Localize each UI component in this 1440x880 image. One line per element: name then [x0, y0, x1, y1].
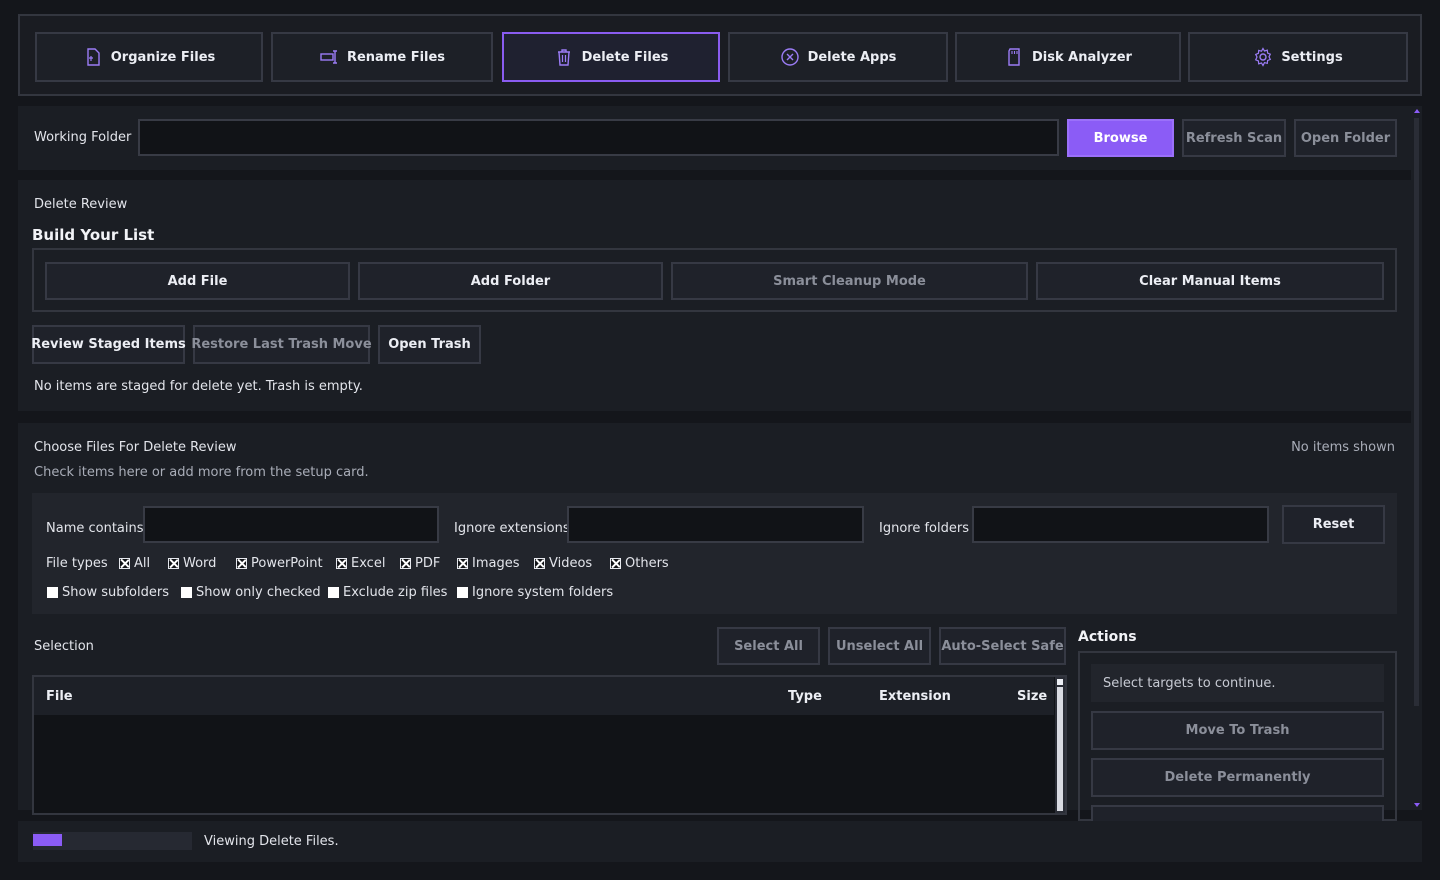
status-progress-bar [33, 832, 192, 850]
ignore-system-folders-checkbox[interactable]: Ignore system folders [457, 585, 613, 600]
working-folder-input[interactable] [138, 119, 1059, 156]
main-scrollbar[interactable] [1411, 106, 1422, 810]
status-progress-fill [33, 834, 62, 846]
items-count: No items shown [1291, 440, 1395, 455]
tab-disk-analyzer[interactable]: Disk Analyzer [955, 32, 1181, 82]
open-folder-button[interactable]: Open Folder [1294, 119, 1397, 157]
tab-delete-apps[interactable]: Delete Apps [728, 32, 948, 82]
filetype-others-checkbox[interactable]: Others [610, 556, 669, 571]
table-scrollbar[interactable] [1055, 677, 1065, 813]
reset-button[interactable]: Reset [1282, 505, 1385, 544]
working-folder-panel: Working Folder Browse Refresh Scan Open … [18, 106, 1411, 170]
choose-files-subtitle: Check items here or add more from the se… [34, 465, 369, 480]
table-header: File Type Extension Size [34, 677, 1054, 715]
column-extension[interactable]: Extension [879, 689, 951, 704]
actions-hint: Select targets to continue. [1103, 676, 1276, 691]
tab-label: Organize Files [110, 49, 216, 65]
clear-manual-items-button[interactable]: Clear Manual Items [1036, 262, 1384, 300]
circle-x-icon [780, 48, 799, 66]
selection-label: Selection [34, 639, 94, 654]
ignore-folders-label: Ignore folders [879, 521, 969, 536]
column-type[interactable]: Type [788, 689, 822, 704]
column-file[interactable]: File [46, 689, 73, 704]
unselect-all-button[interactable]: Unselect All [828, 627, 931, 665]
filters-panel: Name contains Ignore extensions Ignore f… [32, 493, 1397, 614]
actions-panel: Select targets to continue. Move To Tras… [1078, 651, 1397, 844]
filetype-pdf-checkbox[interactable]: PDF [400, 556, 440, 571]
tab-settings[interactable]: Settings [1188, 32, 1408, 82]
folder-file-icon [87, 48, 100, 66]
restore-last-trash-button[interactable]: Restore Last Trash Move [191, 325, 372, 364]
choose-files-panel: Choose Files For Delete Review Check ite… [18, 423, 1411, 844]
tab-rename-files[interactable]: Rename Files [271, 32, 493, 82]
smart-cleanup-button[interactable]: Smart Cleanup Mode [671, 262, 1028, 300]
tab-label: Disk Analyzer [1032, 49, 1132, 65]
add-folder-button[interactable]: Add Folder [358, 262, 663, 300]
filetype-word-checkbox[interactable]: Word [168, 556, 216, 571]
filetype-images-checkbox[interactable]: Images [457, 556, 520, 571]
build-list-group: Add File Add Folder Smart Cleanup Mode C… [32, 248, 1397, 312]
delete-review-section-label: Delete Review [34, 197, 128, 212]
refresh-scan-button[interactable]: Refresh Scan [1182, 119, 1286, 157]
filetype-excel-checkbox[interactable]: Excel [336, 556, 385, 571]
filetype-all-checkbox[interactable]: All [119, 556, 150, 571]
rename-icon [320, 50, 337, 64]
show-only-checked-checkbox[interactable]: Show only checked [181, 585, 321, 600]
actions-heading: Actions [1078, 629, 1137, 645]
browse-button[interactable]: Browse [1067, 119, 1174, 157]
trash-icon [557, 49, 570, 66]
review-staged-button[interactable]: Review Staged Items [31, 325, 186, 364]
name-contains-input[interactable] [143, 506, 439, 543]
name-contains-label: Name contains [46, 521, 144, 536]
column-size[interactable]: Size [1017, 689, 1047, 704]
status-bar: Viewing Delete Files. [18, 821, 1422, 862]
filetype-powerpoint-checkbox[interactable]: PowerPoint [236, 556, 323, 571]
delete-permanently-button[interactable]: Delete Permanently [1091, 758, 1384, 797]
working-folder-label: Working Folder [34, 130, 132, 145]
ignore-extensions-label: Ignore extensions [454, 521, 570, 536]
tab-label: Delete Files [581, 49, 669, 65]
tab-organize-files[interactable]: Organize Files [35, 32, 263, 82]
file-types-label: File types [46, 556, 108, 571]
add-file-button[interactable]: Add File [45, 262, 350, 300]
choose-files-title: Choose Files For Delete Review [34, 440, 237, 455]
gear-icon [1255, 47, 1272, 67]
sd-card-icon [1008, 48, 1020, 66]
tab-bar: Organize Files Rename Files Delete Files… [18, 14, 1422, 96]
file-table: File Type Extension Size [32, 675, 1067, 815]
ignore-extensions-input[interactable] [567, 506, 864, 543]
status-text: Viewing Delete Files. [204, 834, 339, 849]
open-trash-button[interactable]: Open Trash [378, 325, 481, 364]
tab-delete-files[interactable]: Delete Files [502, 32, 720, 82]
select-all-button[interactable]: Select All [717, 627, 820, 665]
auto-select-safe-button[interactable]: Auto-Select Safe [939, 627, 1066, 665]
tab-label: Rename Files [346, 49, 446, 65]
ignore-folders-input[interactable] [972, 506, 1269, 543]
move-to-trash-button[interactable]: Move To Trash [1091, 711, 1384, 750]
actions-hint-box: Select targets to continue. [1091, 664, 1384, 702]
show-subfolders-checkbox[interactable]: Show subfolders [47, 585, 169, 600]
tab-label: Settings [1281, 49, 1343, 65]
build-list-heading: Build Your List [32, 226, 155, 244]
filetype-videos-checkbox[interactable]: Videos [534, 556, 592, 571]
delete-review-panel: Delete Review Build Your List Add File A… [18, 180, 1411, 411]
exclude-zip-checkbox[interactable]: Exclude zip files [328, 585, 447, 600]
staged-status-text: No items are staged for delete yet. Tras… [34, 379, 363, 394]
tab-label: Delete Apps [807, 49, 897, 65]
